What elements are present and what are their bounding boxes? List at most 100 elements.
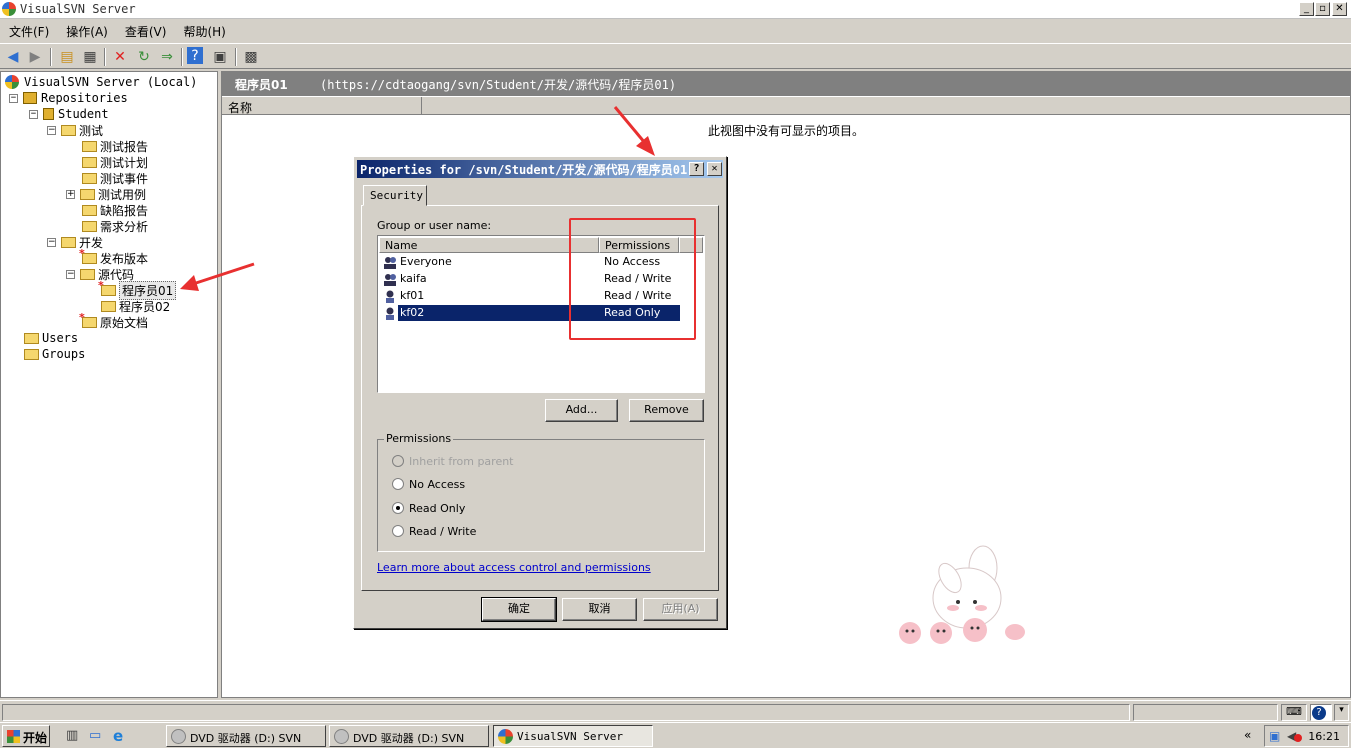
permissions-group-label: Permissions (384, 432, 454, 445)
ok-button[interactable]: 确定 (481, 597, 557, 622)
folder-icon (80, 268, 95, 280)
navigation-tree: VisualSVN Server (Local) − Repositories … (0, 71, 218, 698)
tab-security[interactable]: Security (363, 185, 427, 206)
folder-icon (82, 220, 97, 232)
tree-item-ceshi[interactable]: − 测试 (47, 122, 103, 138)
folder-icon (82, 156, 97, 168)
tree-groups[interactable]: Groups (24, 346, 85, 362)
menu-file[interactable]: 文件(F) (0, 20, 57, 40)
start-button[interactable]: 开始 (2, 725, 50, 747)
collapse-icon[interactable]: − (47, 237, 56, 247)
tree-item-quexian-baogao[interactable]: 缺陷报告 (82, 202, 148, 218)
menu-action[interactable]: 操作(A) (57, 20, 116, 40)
dvd-drive-icon (171, 729, 186, 744)
forward-icon[interactable]: ▶ (25, 47, 45, 67)
user-icon (386, 290, 394, 303)
folder-icon (61, 236, 76, 248)
list-header-name[interactable]: Name (379, 237, 599, 253)
dialog-help-button[interactable]: ? (689, 162, 704, 176)
expand-icon[interactable]: + (66, 189, 75, 199)
properties-icon[interactable]: ▩ (241, 47, 261, 67)
tray-expand-icon[interactable]: « (1244, 728, 1251, 742)
visualsvn-server-icon (5, 75, 19, 89)
tree-item-chengxuyuan02[interactable]: 程序员02 (101, 298, 170, 314)
back-icon[interactable]: ◀ (3, 47, 23, 67)
collapse-icon[interactable]: − (47, 125, 56, 135)
tree-item-ceshi-baogao[interactable]: 测试报告 (82, 138, 148, 154)
dvd-drive-icon (334, 729, 349, 744)
tree-item-chengxuyuan01[interactable]: 程序员01 (98, 279, 177, 300)
tree-item-ceshi-jihua[interactable]: 测试计划 (82, 154, 148, 170)
remove-button[interactable]: Remove (629, 399, 704, 422)
system-tray: ▣ ◀ 16:21 (1264, 725, 1349, 747)
collapse-icon[interactable]: − (9, 93, 18, 103)
tree-item-ceshi-shijian[interactable]: 测试事件 (82, 170, 148, 186)
dialog-title-bar: Properties for /svn/Student/开发/源代码/程序员01… (357, 160, 723, 178)
tree-item-kaifa[interactable]: − 开发 (47, 234, 103, 250)
internet-explorer-icon[interactable]: e (113, 727, 129, 745)
radio-read-only[interactable]: Read Only (392, 501, 465, 515)
collapse-icon[interactable]: − (66, 269, 75, 279)
visualsvn-app-icon (498, 729, 513, 744)
folder-icon (82, 140, 97, 152)
content-header: 程序员01 (https://cdtaogang/svn/Student/开发/… (222, 72, 1350, 96)
clock[interactable]: 16:21 (1308, 730, 1340, 743)
help-circle-icon[interactable]: ? (1312, 706, 1326, 720)
show-desktop-icon[interactable]: ▭ (89, 728, 105, 744)
taskbar-item-dvd-2[interactable]: DVD 驱动器 (D:) SVN (329, 725, 489, 747)
export-icon[interactable]: ⇒ (157, 47, 177, 67)
server-manager-icon[interactable]: ▥ (66, 728, 82, 744)
help-icon[interactable]: ? (187, 47, 203, 64)
minimize-button[interactable]: _ (1299, 2, 1314, 16)
dialog-title: Properties for /svn/Student/开发/源代码/程序员01 (360, 163, 688, 177)
folder-icon (82, 172, 97, 184)
window-icon[interactable]: ▣ (210, 47, 230, 67)
repositories-icon (23, 92, 37, 104)
tree-student[interactable]: − Student (29, 106, 109, 122)
group-icon (384, 257, 396, 269)
refresh-icon[interactable]: ↻ (134, 47, 154, 67)
groups-folder-icon (24, 348, 39, 360)
tree-users[interactable]: Users (24, 330, 78, 346)
taskbar-item-dvd-1[interactable]: DVD 驱动器 (D:) SVN (166, 725, 326, 747)
radio-no-access[interactable]: No Access (392, 477, 465, 491)
cancel-button[interactable]: 取消 (562, 598, 637, 621)
visualsvn-app-icon (2, 2, 16, 16)
dialog-close-button[interactable]: ✕ (707, 162, 722, 176)
collapse-icon[interactable]: − (29, 109, 38, 119)
maximize-button[interactable]: ▫ (1315, 2, 1330, 16)
tree-item-ceshi-yongli[interactable]: + 测试用例 (66, 186, 146, 202)
mute-badge-icon (1294, 734, 1302, 742)
tree-item-yuanshi-wendang[interactable]: 原始文档 (79, 311, 148, 330)
learn-more-link[interactable]: Learn more about access control and perm… (377, 561, 651, 574)
menu-view[interactable]: 查看(V) (116, 20, 175, 40)
window-title: VisualSVN Server (20, 2, 136, 16)
column-header-name[interactable]: 名称 (222, 97, 422, 115)
add-button[interactable]: Add... (545, 399, 618, 422)
tree-repositories[interactable]: − Repositories (9, 90, 128, 106)
taskbar-item-visualsvn[interactable]: VisualSVN Server (493, 725, 653, 747)
network-icon[interactable]: ▣ (1269, 729, 1280, 743)
close-button[interactable]: ✕ (1332, 2, 1347, 16)
empty-view-message: 此视图中没有可显示的项目。 (708, 124, 865, 138)
show-hide-tree-icon[interactable]: ▦ (80, 47, 100, 67)
permissions-group: Permissions Inherit from parent No Acces… (377, 432, 705, 552)
keyboard-icon[interactable]: ⌨ (1281, 704, 1307, 721)
tree-item-fabu-banben[interactable]: 发布版本 (79, 247, 148, 266)
apply-button[interactable]: 应用(A) (643, 598, 718, 621)
up-folder-icon[interactable]: ▤ (57, 47, 77, 67)
menu-bar: 文件(F) 操作(A) 查看(V) 帮助(H) (0, 20, 1351, 42)
delete-icon[interactable]: ✕ (110, 47, 130, 67)
folder-icon (61, 124, 76, 136)
tree-item-xuqiu-fenxi[interactable]: 需求分析 (82, 218, 148, 234)
tree-root[interactable]: VisualSVN Server (Local) (5, 74, 197, 90)
radio-inherit-from-parent[interactable]: Inherit from parent (392, 454, 514, 468)
status-panel-secondary (1133, 704, 1278, 721)
taskbar: 开始 ▥ ▭ e DVD 驱动器 (D:) SVN DVD 驱动器 (D:) S… (0, 722, 1351, 748)
users-folder-icon (24, 332, 39, 344)
radio-read-write[interactable]: Read / Write (392, 524, 476, 538)
status-dropdown-icon[interactable]: ▾ (1334, 704, 1349, 721)
menu-help[interactable]: 帮助(H) (174, 20, 233, 40)
windows-logo-icon (7, 730, 20, 743)
repository-icon (43, 108, 54, 120)
